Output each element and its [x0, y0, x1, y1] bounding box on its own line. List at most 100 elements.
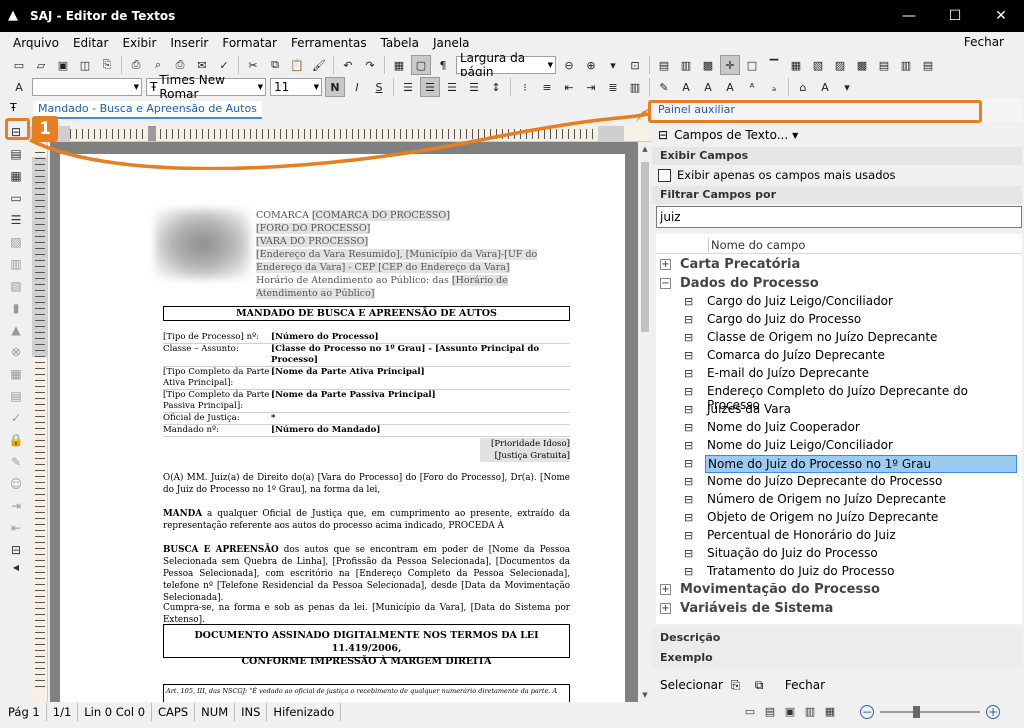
align-justify-icon[interactable]: ☰: [464, 77, 484, 97]
line-spacing-icon[interactable]: ↕: [486, 77, 506, 97]
most-used-checkbox[interactable]: [658, 168, 671, 182]
font-size-select[interactable]: 11 ▼: [270, 78, 322, 96]
close-button[interactable]: ✕: [978, 0, 1024, 32]
paste-icon[interactable]: 📋: [287, 55, 307, 75]
bold-button[interactable]: N: [325, 77, 345, 97]
print-icon[interactable]: ⎙: [126, 55, 146, 75]
table-props-icon[interactable]: ▤: [874, 55, 894, 75]
tree-group-movimentacao[interactable]: + Movimentação do Processo: [656, 581, 1022, 599]
italic-button[interactable]: I: [347, 77, 367, 97]
print-preview-icon[interactable]: ⌕: [148, 55, 168, 75]
table-icon[interactable]: ▦: [389, 55, 409, 75]
rectangle-icon[interactable]: □: [742, 55, 762, 75]
zoom-minus-icon[interactable]: −: [860, 705, 874, 719]
more-options-icon[interactable]: ▾: [837, 77, 857, 97]
bullets-icon[interactable]: ⁝: [515, 77, 535, 97]
list-item[interactable]: ⊟ Classe de Origem no Juízo Deprecante: [656, 329, 1022, 347]
insert-image-icon[interactable]: ▤: [654, 55, 674, 75]
shrink-font-icon[interactable]: A: [720, 77, 740, 97]
table-insert-icon[interactable]: ▨: [830, 55, 850, 75]
document-page[interactable]: COMARCA [COMARCA DO PROCESSO] [FORO DO P…: [60, 154, 625, 702]
comment-icon[interactable]: ▭: [8, 190, 24, 206]
superscript-icon[interactable]: ᴬ: [742, 77, 762, 97]
list-item[interactable]: ⊟ Situação do Juiz do Processo: [656, 545, 1022, 563]
list-item[interactable]: ⊟ Endereço Completo do Juízo Deprecante d…: [656, 383, 1022, 412]
fields-tree[interactable]: Nome do campo + Carta Precatória − Dados d…: [656, 234, 1022, 624]
list-item[interactable]: ⊟ Nome do Juízo Deprecante do Processo: [656, 473, 1022, 491]
case-icon[interactable]: A: [815, 77, 835, 97]
border-icon[interactable]: ▩: [698, 55, 718, 75]
list-item[interactable]: ⊟ Cargo do Juiz do Processo: [656, 311, 1022, 329]
cut-icon[interactable]: ✂: [243, 55, 263, 75]
maximize-button[interactable]: ☐: [932, 0, 978, 32]
new-document-icon[interactable]: ▭: [9, 55, 29, 75]
selecionar-button[interactable]: Selecionar: [660, 678, 723, 692]
tree-group-carta-precatoria[interactable]: + Carta Precatória: [656, 256, 1022, 274]
paragraph-mark-icon[interactable]: ¶: [433, 55, 453, 75]
menu-formatar[interactable]: Formatar: [215, 36, 284, 50]
scroll-down-icon[interactable]: ◀: [8, 560, 24, 576]
align-left-icon[interactable]: ☰: [398, 77, 418, 97]
lock-icon[interactable]: 🔒: [8, 432, 24, 448]
font-color-icon[interactable]: A: [676, 77, 696, 97]
view-web-icon[interactable]: ▥: [800, 704, 820, 720]
template-icon[interactable]: ▦: [8, 168, 24, 184]
list-item[interactable]: ⊟ Nome do Juiz Cooperador: [656, 419, 1022, 437]
zoom-fit-icon[interactable]: ⊡: [625, 55, 645, 75]
view-print-icon[interactable]: ▣: [780, 704, 800, 720]
insert-object-icon[interactable]: ▥: [676, 55, 696, 75]
minimize-button[interactable]: —: [886, 0, 932, 32]
paragraph-icon[interactable]: ≣: [603, 77, 623, 97]
table-delete-icon[interactable]: ▩: [852, 55, 872, 75]
list-item-selected[interactable]: ⊟ Nome do Juiz do Processo no 1º Grau: [656, 455, 1022, 473]
format-painter-icon[interactable]: 🖌: [309, 55, 329, 75]
menu-arquivo[interactable]: Arquivo: [6, 36, 66, 50]
numbering-icon[interactable]: ≡: [537, 77, 557, 97]
zoom-in-icon[interactable]: ⊕: [581, 55, 601, 75]
frame-icon[interactable]: ▢: [411, 55, 431, 75]
insert-field-icon[interactable]: ⎘: [731, 677, 747, 693]
export-icon[interactable]: ⎘: [97, 55, 117, 75]
table-row-icon[interactable]: ▤: [918, 55, 938, 75]
zoom-track[interactable]: [880, 711, 980, 713]
list-item[interactable]: ⊟ E-mail do Juízo Deprecante: [656, 365, 1022, 383]
outdent-icon[interactable]: ⇤: [559, 77, 579, 97]
list-item[interactable]: ⊟ Tratamento do Juiz do Processo: [656, 563, 1022, 581]
field-marker-icon[interactable]: ⊟: [8, 542, 24, 558]
scroll-down-arrow[interactable]: ▼: [638, 688, 652, 702]
menu-fechar[interactable]: Fechar: [964, 35, 1004, 49]
list-item[interactable]: ⊟ Percentual de Honorário do Juiz: [656, 527, 1022, 545]
zoom-plus-icon[interactable]: +: [986, 705, 1000, 719]
list-item[interactable]: ⊟ Nome do Juiz Leigo/Conciliador: [656, 437, 1022, 455]
undo-icon[interactable]: ↶: [338, 55, 358, 75]
email-icon[interactable]: ✉: [192, 55, 212, 75]
view-draft-icon[interactable]: ▤: [760, 704, 780, 720]
scrollbar-thumb[interactable]: [641, 162, 649, 332]
document-canvas[interactable]: COMARCA [COMARCA DO PROCESSO] [FORO DO P…: [50, 142, 638, 702]
tree-group-variaveis[interactable]: + Variáveis de Sistema: [656, 600, 1022, 618]
list-item[interactable]: ⊟ Comarca do Juízo Deprecante: [656, 347, 1022, 365]
menu-janela[interactable]: Janela: [426, 36, 477, 50]
tree-group-dados-do-processo[interactable]: − Dados do Processo: [656, 275, 1022, 293]
copy-field-icon[interactable]: ⧉: [755, 677, 771, 693]
zoom-knob[interactable]: [913, 706, 920, 718]
table-col-icon[interactable]: ▥: [896, 55, 916, 75]
most-used-checkbox-row[interactable]: Exibir apenas os campos mais usados: [658, 168, 896, 182]
zoom-slider[interactable]: − +: [860, 703, 1000, 721]
align-right-icon[interactable]: ☰: [442, 77, 462, 97]
subscript-icon[interactable]: ₐ: [764, 77, 784, 97]
redo-icon[interactable]: ↷: [360, 55, 380, 75]
zoom-out-icon[interactable]: ⊖: [559, 55, 579, 75]
text-field-icon[interactable]: ⌂: [793, 77, 813, 97]
view-page-icon[interactable]: ▭: [740, 704, 760, 720]
list-item[interactable]: ⊟ Número de Origem no Juízo Deprecante: [656, 491, 1022, 509]
list-icon[interactable]: ☰: [8, 212, 24, 228]
underline-button[interactable]: S: [369, 77, 389, 97]
filter-input[interactable]: juiz: [656, 206, 1022, 228]
style-icon[interactable]: A: [9, 77, 29, 97]
save-all-icon[interactable]: ◫: [75, 55, 95, 75]
spellcheck-icon[interactable]: ✓: [214, 55, 234, 75]
table-split-icon[interactable]: ▧: [808, 55, 828, 75]
panel-fechar-button[interactable]: Fechar: [785, 678, 825, 692]
grid-cross-icon[interactable]: ✛: [720, 55, 740, 75]
